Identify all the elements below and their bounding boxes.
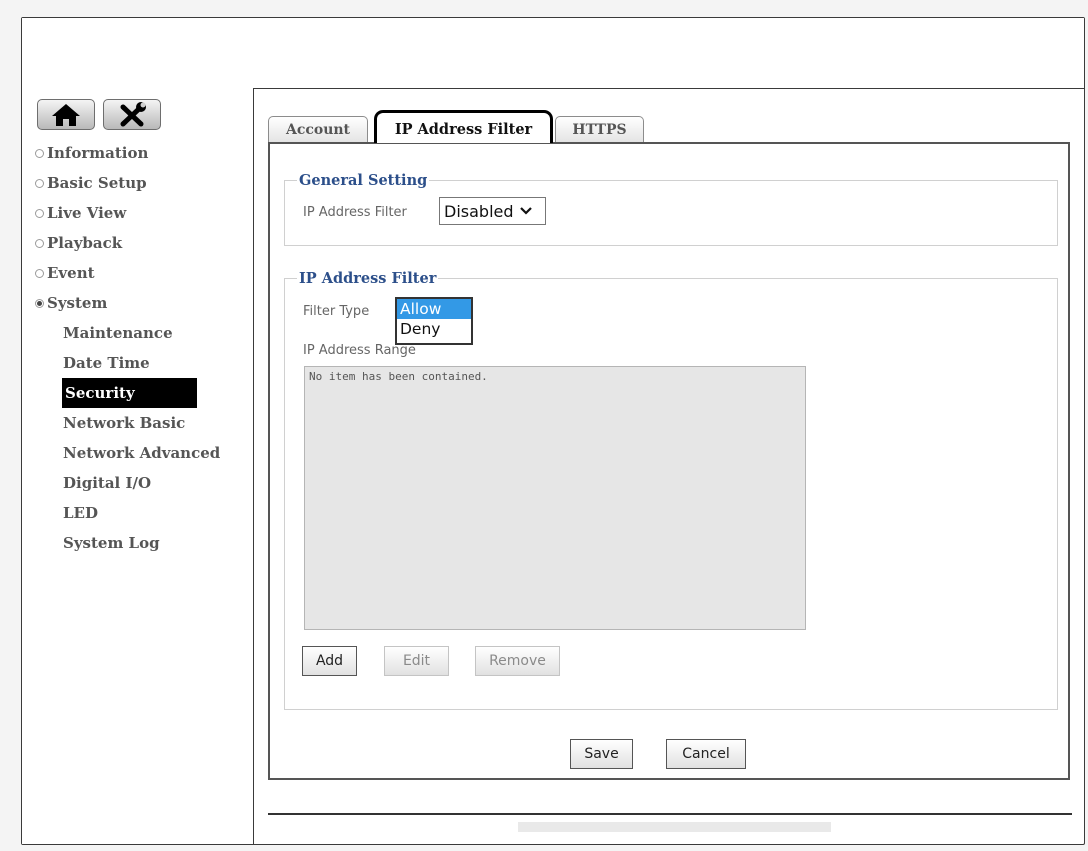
radio-icon	[35, 208, 44, 218]
tab-https[interactable]: HTTPS	[555, 116, 644, 142]
footer-divider	[268, 813, 1072, 815]
filter-type-label: Filter Type	[303, 304, 370, 319]
radio-icon	[35, 238, 44, 248]
header-bar	[22, 18, 1084, 89]
tab-account[interactable]: Account	[268, 116, 368, 142]
subnav-item-system-log[interactable]: System Log	[35, 528, 220, 558]
radio-selected-icon	[35, 298, 44, 308]
nav-item-event[interactable]: Event	[35, 258, 220, 288]
nav-item-label: System	[47, 294, 108, 312]
subnav-item-maintenance[interactable]: Maintenance	[35, 318, 220, 348]
nav-item-label: Live View	[47, 204, 127, 222]
ip-address-range-list[interactable]: No item has been contained.	[304, 366, 806, 630]
nav-item-label: Playback	[47, 234, 123, 252]
nav-item-system[interactable]: System	[35, 288, 220, 318]
group-title: General Setting	[299, 172, 428, 189]
subnav-item-digital-io[interactable]: Digital I/O	[35, 468, 220, 498]
remove-button[interactable]: Remove	[475, 646, 560, 676]
cancel-button[interactable]: Cancel	[666, 739, 746, 769]
subnav-item-network-advanced[interactable]: Network Advanced	[35, 438, 220, 468]
home-icon	[52, 103, 80, 126]
tools-button[interactable]	[103, 99, 161, 130]
nav-item-label: Event	[47, 264, 95, 282]
edit-button[interactable]: Edit	[384, 646, 449, 676]
footer-bar	[518, 822, 831, 832]
filter-type-dropdown[interactable]: Allow Deny	[395, 297, 473, 345]
empty-list-message: No item has been contained.	[309, 370, 488, 383]
nav-item-live-view[interactable]: Live View	[35, 198, 220, 228]
tab-ip-address-filter[interactable]: IP Address Filter	[374, 110, 553, 143]
nav-item-label: Information	[47, 144, 149, 162]
save-button[interactable]: Save	[570, 739, 633, 769]
select-value: Disabled	[444, 201, 514, 221]
tools-icon	[120, 101, 146, 126]
radio-icon	[35, 148, 44, 158]
sidebar: Information Basic Setup Live View Playba…	[22, 88, 254, 844]
home-button[interactable]	[37, 99, 95, 130]
add-button[interactable]: Add	[302, 646, 357, 676]
chevron-down-icon	[519, 207, 532, 215]
nav-item-playback[interactable]: Playback	[35, 228, 220, 258]
nav-item-basic-setup[interactable]: Basic Setup	[35, 168, 220, 198]
app-window: Information Basic Setup Live View Playba…	[21, 17, 1085, 845]
nav-menu: Information Basic Setup Live View Playba…	[35, 138, 220, 558]
radio-icon	[35, 268, 44, 278]
nav-item-label: Basic Setup	[47, 174, 147, 192]
subnav-item-led[interactable]: LED	[35, 498, 220, 528]
radio-icon	[35, 178, 44, 188]
system-submenu: Maintenance Date Time Security Network B…	[35, 318, 220, 558]
filter-type-option-allow[interactable]: Allow	[397, 299, 471, 319]
nav-item-information[interactable]: Information	[35, 138, 220, 168]
ip-address-range-label: IP Address Range	[303, 343, 416, 358]
subnav-item-security[interactable]: Security	[62, 378, 197, 408]
subnav-item-date-time[interactable]: Date Time	[35, 348, 220, 378]
group-title: IP Address Filter	[299, 270, 437, 287]
ip-address-filter-label: IP Address Filter	[303, 205, 407, 220]
subnav-item-network-basic[interactable]: Network Basic	[35, 408, 220, 438]
filter-type-option-deny[interactable]: Deny	[397, 319, 471, 339]
settings-panel: General Setting IP Address Filter Disabl…	[268, 142, 1070, 780]
ip-address-filter-select[interactable]: Disabled	[439, 197, 546, 225]
